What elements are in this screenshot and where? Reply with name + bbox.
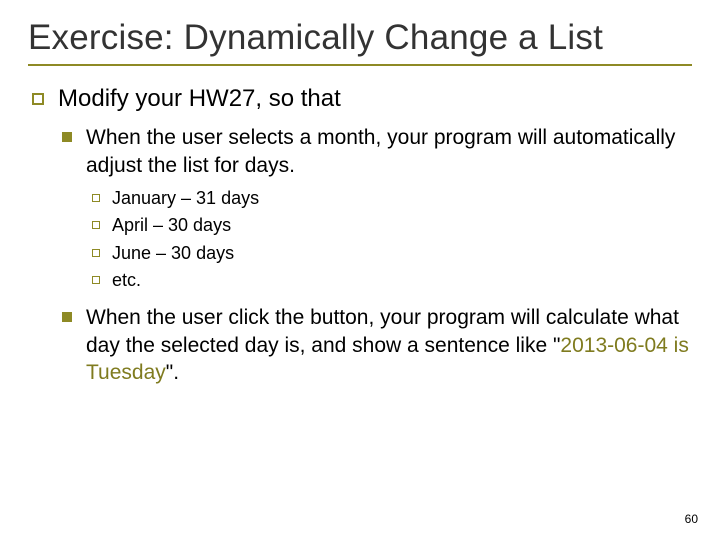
list-item-text: June – 30 days (112, 243, 234, 263)
bullet-list-level-3: January – 31 days April – 30 days June –… (86, 187, 692, 293)
bullet-list-level-1: Modify your HW27, so that When the user … (28, 84, 692, 386)
list-item-text: Modify your HW27, so that (58, 85, 341, 112)
list-item: April – 30 days (86, 214, 692, 237)
list-item: etc. (86, 269, 692, 292)
list-item-text: January – 31 days (112, 188, 259, 208)
list-item-text: etc. (112, 270, 141, 290)
slide-title: Exercise: Dynamically Change a List (28, 18, 692, 58)
list-item: When the user click the button, your pro… (58, 304, 692, 386)
list-item-text: When the user selects a month, your prog… (86, 126, 675, 176)
list-item: June – 30 days (86, 242, 692, 265)
list-item: January – 31 days (86, 187, 692, 210)
bullet-list-level-2: When the user selects a month, your prog… (58, 124, 692, 386)
list-item-text: April – 30 days (112, 215, 231, 235)
list-item-text-suffix: ". (166, 361, 179, 384)
page-number: 60 (685, 512, 698, 526)
title-underline (28, 64, 692, 66)
list-item: Modify your HW27, so that When the user … (28, 84, 692, 386)
slide: Exercise: Dynamically Change a List Modi… (0, 0, 720, 540)
content-area: Modify your HW27, so that When the user … (28, 84, 692, 386)
list-item: When the user selects a month, your prog… (58, 124, 692, 292)
